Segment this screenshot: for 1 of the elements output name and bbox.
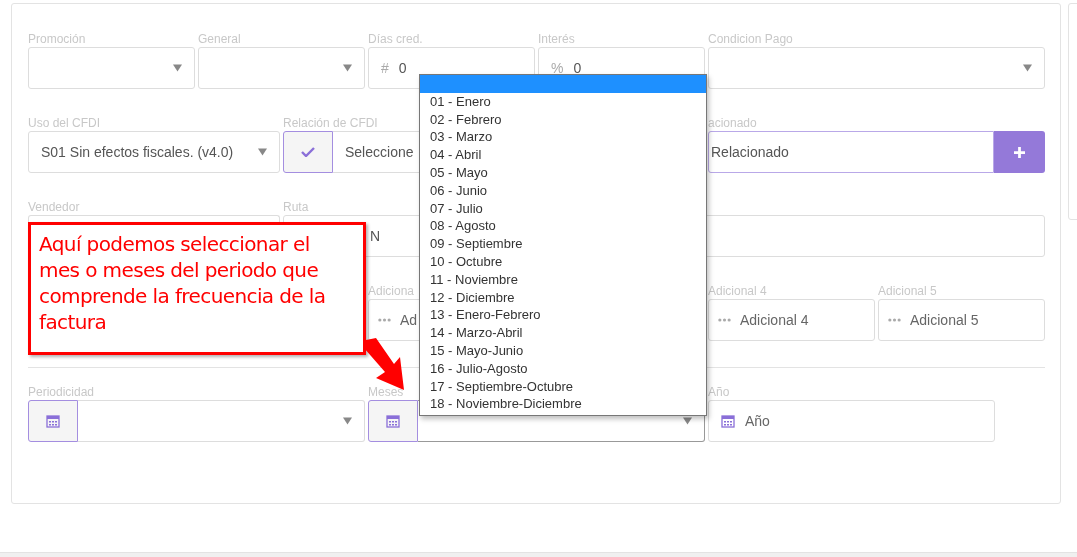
callout-text: Aquí podemos seleccionar el mes o meses del periodo que comprende la frecuencia de la factura <box>39 231 327 335</box>
